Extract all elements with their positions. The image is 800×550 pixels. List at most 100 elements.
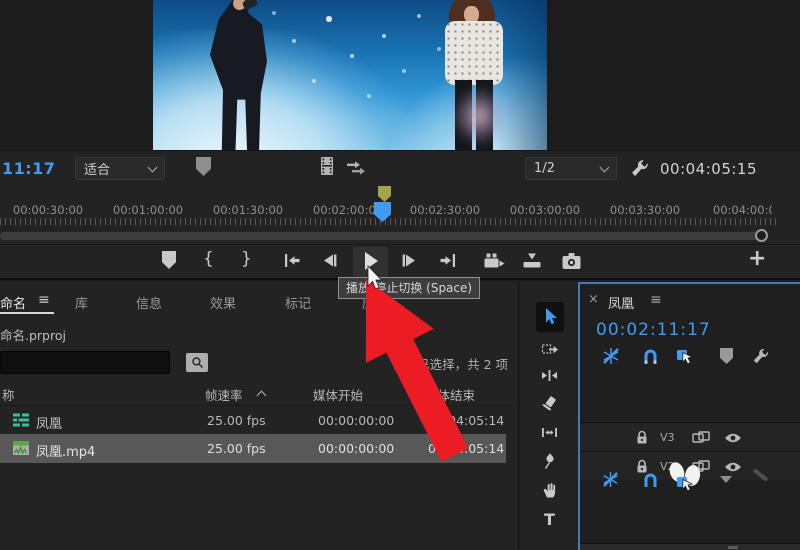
column-header-media-end[interactable]: 媒体结束 [425, 385, 475, 404]
transport-bar: { } + [0, 244, 800, 280]
ruler-label: 00:01:00:00 [113, 203, 183, 217]
scrollbar-end-handle[interactable] [755, 229, 768, 242]
sequence-icon [12, 412, 30, 428]
mark-out-button[interactable]: } [241, 249, 252, 269]
hand-tool[interactable] [541, 481, 559, 499]
razor-tool[interactable] [541, 395, 558, 412]
singer-woman-blouse [445, 21, 503, 85]
timeline-tab-title[interactable]: 凤凰 [608, 293, 634, 312]
add-button[interactable]: + [748, 246, 766, 271]
scrollbar-track[interactable] [0, 232, 762, 240]
go-to-out-button[interactable] [439, 253, 456, 268]
column-header-name[interactable]: 称 [2, 385, 15, 404]
track-select-tool[interactable] [541, 340, 559, 357]
nest-toggle-icon-ghost [602, 471, 619, 488]
row-fps: 25.00 fps [207, 413, 266, 428]
tab-libraries[interactable]: 库 [75, 293, 88, 312]
scrollbar-handle[interactable] [728, 546, 738, 549]
sync-lock-icon[interactable] [692, 431, 710, 444]
fit-dropdown[interactable]: 适合 [75, 157, 165, 180]
sort-ascending-icon [257, 391, 267, 401]
row-fps: 25.00 fps [207, 441, 266, 456]
chevron-down-icon [600, 162, 610, 172]
program-monitor [0, 0, 800, 150]
timeline-bottom-scrollbar[interactable] [580, 543, 800, 550]
snow-dots [153, 0, 155, 2]
project-file-name: 命名.prproj [0, 325, 66, 344]
ruler-label: 00:01:30:00 [213, 203, 283, 217]
ruler-label: 00:04:00:00 [713, 203, 772, 217]
snap-magnet-icon[interactable] [642, 348, 659, 365]
track-row-v3: V3 [580, 422, 800, 451]
type-tool[interactable]: T [544, 510, 555, 529]
tab-effects[interactable]: 效果 [210, 293, 236, 312]
tab-info[interactable]: 信息 [136, 293, 162, 312]
tab-markers[interactable]: 标记 [285, 293, 311, 312]
table-row-selected[interactable]: 凤凰.mp4 25.00 fps 00:00:00:00 00:04:05:14 [0, 434, 506, 463]
video-preview [153, 0, 547, 150]
panel-menu-icon[interactable]: ≡ [38, 292, 50, 308]
sequence-marker-olive[interactable] [378, 186, 391, 202]
active-tab-underline [0, 312, 54, 314]
row-media-end: 00:04:05:14 [428, 441, 504, 456]
tools-panel: T [520, 282, 578, 550]
add-marker-button[interactable] [162, 251, 176, 269]
pen-tool[interactable] [542, 452, 558, 470]
timeline-tab-close-icon[interactable]: × [588, 292, 599, 307]
slip-tool[interactable] [541, 424, 558, 441]
timeline-zoom-scrollbar[interactable] [0, 228, 800, 244]
add-marker-icon[interactable] [720, 348, 733, 364]
timeline-timecode[interactable]: 00:02:11:17 [596, 320, 711, 340]
column-header-fps[interactable]: 帧速率 [205, 385, 243, 404]
ruler-label: 00:02:00:00 [313, 203, 383, 217]
settings-wrench-icon[interactable] [630, 158, 650, 178]
track-label[interactable]: V3 [660, 431, 675, 444]
duration-timecode[interactable]: 00:04:05:15 [660, 160, 757, 178]
row-name: 凤凰 [36, 413, 62, 432]
playhead-position-timecode[interactable]: 11:17 [2, 159, 55, 178]
lock-icon[interactable] [636, 430, 648, 445]
settings-wrench-icon[interactable] [752, 347, 770, 365]
blur-patch [453, 88, 505, 144]
film-icon[interactable] [318, 156, 336, 178]
resolution-dropdown-value: 1/2 [534, 161, 555, 176]
eye-icon[interactable] [724, 461, 742, 473]
snap-magnet-icon-ghost [642, 472, 659, 489]
timeline-panel: × 凤凰 ≡ 00:02:11:17 V3 [578, 282, 800, 550]
trim-arrows-icon[interactable] [346, 160, 366, 175]
add-marker-icon[interactable] [196, 157, 211, 176]
ruler-ticks [0, 218, 780, 225]
video-clip-icon [12, 440, 30, 456]
step-back-button[interactable] [322, 253, 338, 268]
mark-in-button[interactable]: { [203, 249, 214, 269]
play-button[interactable] [363, 251, 379, 271]
tab-project[interactable]: 命名 [0, 293, 26, 312]
resolution-dropdown[interactable]: 1/2 [525, 157, 617, 180]
step-forward-button[interactable] [401, 253, 417, 268]
selection-status: 1 项已选择，共 2 项 [0, 354, 508, 373]
row-media-start: 00:00:00:00 [318, 441, 394, 456]
fit-dropdown-value: 适合 [84, 159, 110, 178]
row-media-end: 00:04:05:14 [428, 413, 504, 428]
project-panel: 命名 ≡ 库 信息 效果 标记 历史 命名.prproj 1 项已选择，共 2 … [0, 282, 519, 550]
time-ruler[interactable]: 00:00:30:00 00:01:00:00 00:01:30:00 00:0… [0, 185, 800, 228]
row-name: 凤凰.mp4 [36, 441, 95, 460]
row-media-start: 00:00:00:00 [318, 413, 394, 428]
nest-toggle-icon[interactable] [602, 347, 620, 365]
go-to-in-button[interactable] [284, 253, 301, 268]
linked-selection-icon-ghost [676, 474, 696, 492]
linked-selection-icon[interactable] [676, 347, 696, 365]
ruler-label: 00:00:30:00 [13, 203, 83, 217]
column-header-media-start[interactable]: 媒体开始 [313, 385, 363, 404]
extract-button[interactable] [522, 252, 542, 270]
selection-tool[interactable] [542, 307, 559, 326]
lift-button[interactable] [483, 252, 505, 270]
ripple-edit-tool[interactable] [541, 368, 558, 383]
singer-man-mic-hand [242, 0, 258, 11]
eye-icon[interactable] [724, 432, 742, 444]
chevron-down-icon [148, 162, 158, 172]
panel-menu-icon[interactable]: ≡ [650, 292, 662, 308]
export-frame-button[interactable] [561, 252, 582, 270]
ruler-label: 00:03:30:00 [610, 203, 680, 217]
table-row[interactable]: 凤凰 25.00 fps 00:00:00:00 00:04:05:14 [0, 405, 519, 434]
